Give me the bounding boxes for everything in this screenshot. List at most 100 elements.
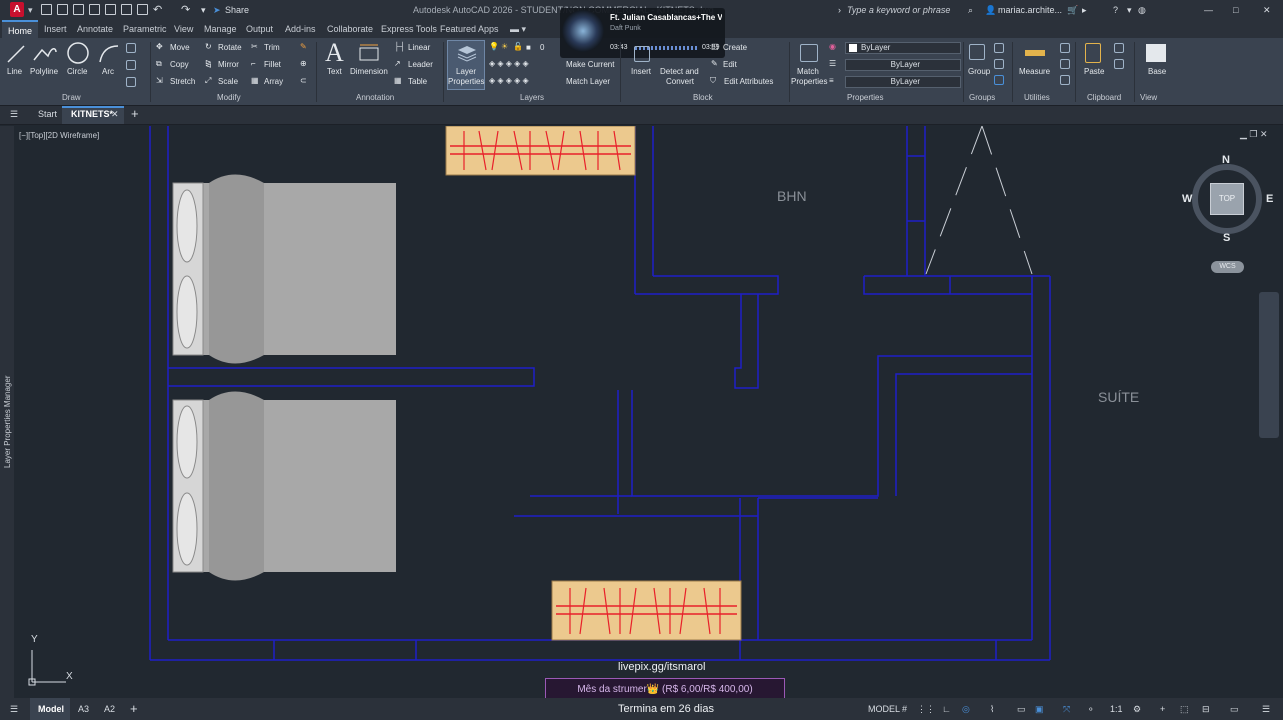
measure-icon[interactable]: [1025, 50, 1045, 56]
utility-icon-3[interactable]: [1060, 75, 1070, 85]
layout-menu-icon[interactable]: ☰: [10, 698, 18, 720]
leader-icon[interactable]: ↗: [394, 59, 401, 68]
rectangle-icon[interactable]: [126, 43, 136, 53]
compass-east[interactable]: E: [1266, 193, 1273, 205]
leader-button[interactable]: Leader: [408, 60, 433, 69]
annotation-visibility-icon[interactable]: ⚬: [1087, 698, 1095, 720]
polyline-button[interactable]: Polyline: [30, 67, 58, 76]
workspace-gear-icon[interactable]: ⚙: [1133, 698, 1141, 720]
viewcube[interactable]: N S W E TOP: [1182, 154, 1273, 244]
tab-featured-apps[interactable]: Featured Apps: [440, 20, 499, 38]
base-view-icon[interactable]: [1146, 44, 1166, 62]
annotation-panel-title[interactable]: Annotation: [356, 93, 394, 102]
menu-icon[interactable]: ☰: [10, 105, 18, 124]
group-icon[interactable]: [969, 44, 985, 60]
table-icon[interactable]: ▦: [394, 76, 402, 85]
trim-button[interactable]: Trim: [264, 43, 280, 52]
linetype-icon[interactable]: ☰: [829, 59, 836, 68]
file-tab-start[interactable]: Start: [38, 105, 57, 124]
redo-icon[interactable]: ↷: [181, 0, 190, 20]
dimension-button[interactable]: Dimension: [350, 67, 388, 76]
cut-icon[interactable]: [1114, 59, 1124, 69]
fillet-icon[interactable]: ⌐: [251, 59, 256, 68]
undo-icon[interactable]: ↶: [153, 0, 162, 20]
mirror-button[interactable]: Mirror: [218, 60, 239, 69]
tab-annotate[interactable]: Annotate: [77, 20, 113, 38]
grid-icon[interactable]: #: [902, 698, 907, 720]
drawing-area[interactable]: [−][Top][2D Wireframe] ▁ ❐ ✕ BHN SUÍTE Y…: [14, 126, 1283, 698]
save-icon[interactable]: [73, 4, 84, 15]
snap-icon[interactable]: ⋮⋮: [917, 698, 935, 720]
explode-icon[interactable]: ⊕: [300, 59, 307, 68]
tab-home[interactable]: Home: [2, 20, 39, 38]
plot-icon[interactable]: [137, 4, 148, 15]
match-layer-button[interactable]: Match Layer: [566, 77, 610, 86]
paste-icon[interactable]: [1085, 43, 1101, 63]
layout-tab-a3[interactable]: A3: [78, 698, 89, 720]
rotate-button[interactable]: Rotate: [218, 43, 242, 52]
mirror-icon[interactable]: ⧎: [205, 59, 212, 68]
layer-freeze-icon[interactable]: ☀: [501, 42, 508, 51]
arc-icon[interactable]: [97, 42, 121, 64]
community-icon[interactable]: ◍: [1138, 0, 1146, 20]
viewcube-top-face[interactable]: TOP: [1210, 183, 1244, 215]
move-button[interactable]: Move: [170, 43, 190, 52]
view-panel-title[interactable]: View: [1140, 93, 1157, 102]
line-icon[interactable]: [6, 42, 26, 64]
help-icon[interactable]: ?: [1113, 0, 1118, 20]
properties-panel-title[interactable]: Properties: [847, 93, 883, 102]
isodraft-icon[interactable]: ⌇: [990, 698, 994, 720]
polar-icon[interactable]: ◎: [962, 698, 970, 720]
color-wheel-icon[interactable]: ◉: [829, 42, 836, 51]
tab-view[interactable]: View: [174, 20, 193, 38]
clipboard-panel-title[interactable]: Clipboard: [1087, 93, 1121, 102]
model-tab[interactable]: Model: [38, 698, 64, 720]
layer-tools-icon-2[interactable]: ◈ ◈ ◈ ◈ ◈: [489, 76, 529, 85]
layout-tab-a2[interactable]: A2: [104, 698, 115, 720]
line-button[interactable]: Line: [7, 67, 22, 76]
table-button[interactable]: Table: [408, 77, 427, 86]
tab-output[interactable]: Output: [246, 20, 273, 38]
measure-button[interactable]: Measure: [1019, 67, 1050, 76]
file-tab-kitnets[interactable]: KITNETS*: [71, 105, 113, 124]
detect-convert-label-1[interactable]: Detect and: [660, 67, 699, 76]
circle-button[interactable]: Circle: [67, 67, 87, 76]
tab-express-tools[interactable]: Express Tools: [381, 20, 437, 38]
save-as-icon[interactable]: [89, 4, 100, 15]
detect-convert-label-2[interactable]: Convert: [666, 77, 694, 86]
compass-south[interactable]: S: [1223, 232, 1230, 244]
linear-icon[interactable]: ├┤: [394, 42, 405, 51]
osnap-icon[interactable]: ▭: [1017, 698, 1026, 720]
linetype-select[interactable]: ByLayer: [845, 59, 961, 71]
array-icon[interactable]: ▦: [251, 76, 259, 85]
open-file-icon[interactable]: [57, 4, 68, 15]
annotation-monitor-icon[interactable]: ⤧: [1063, 698, 1070, 720]
copy-clip-icon[interactable]: [1114, 43, 1124, 53]
utility-icon-1[interactable]: [1060, 43, 1070, 53]
group-tool-icon-2[interactable]: [994, 59, 1004, 69]
layer-color-icon[interactable]: ■: [526, 43, 531, 52]
arc-button[interactable]: Arc: [102, 67, 114, 76]
edit-block-button[interactable]: Edit: [723, 60, 737, 69]
scale-button[interactable]: Scale: [218, 77, 238, 86]
polyline-icon[interactable]: [32, 42, 58, 64]
text-icon[interactable]: A: [325, 38, 344, 68]
layers-panel-title[interactable]: Layers: [520, 93, 544, 102]
layer-lock-icon[interactable]: 🔓: [513, 42, 523, 51]
tab-add-ins[interactable]: Add-ins: [285, 20, 316, 38]
new-tab-icon[interactable]: +: [131, 104, 139, 123]
rotate-icon[interactable]: ↻: [205, 42, 212, 51]
search-input[interactable]: Type a keyword or phrase: [847, 0, 950, 20]
tab-insert[interactable]: Insert: [44, 20, 67, 38]
user-name[interactable]: mariac.archite...: [998, 0, 1062, 20]
paste-button[interactable]: Paste: [1084, 67, 1104, 76]
region-icon[interactable]: [126, 77, 136, 87]
create-icon[interactable]: ◰: [711, 42, 719, 51]
erase-icon[interactable]: ✎: [300, 42, 307, 51]
customize-quick-access-icon[interactable]: ▾: [201, 0, 206, 20]
base-button[interactable]: Base: [1148, 67, 1166, 76]
group-select-icon[interactable]: [994, 75, 1004, 85]
utilities-panel-title[interactable]: Utilities: [1024, 93, 1050, 102]
navigation-bar[interactable]: [1259, 292, 1279, 438]
groups-panel-title[interactable]: Groups: [969, 93, 995, 102]
